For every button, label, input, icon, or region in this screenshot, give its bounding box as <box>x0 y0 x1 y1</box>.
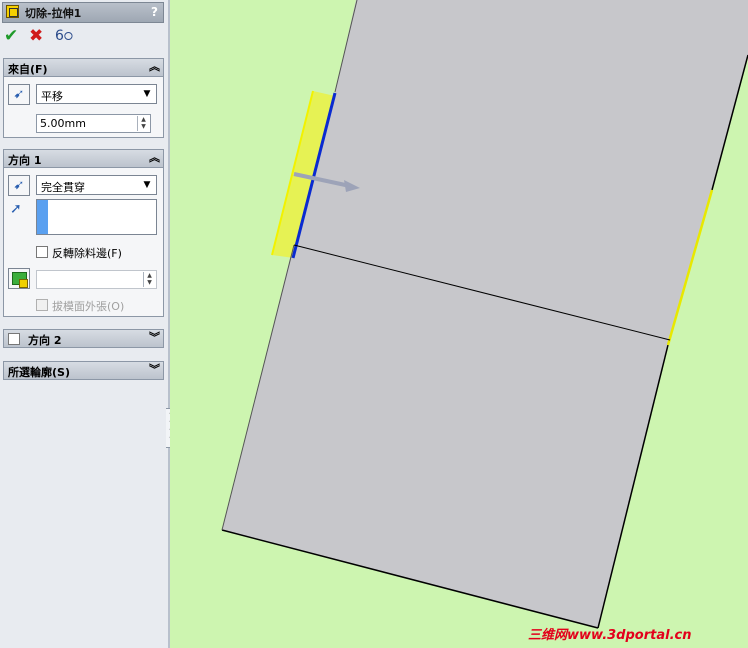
end-condition-value: 完全貫穿 <box>41 181 85 194</box>
draft-toggle-button[interactable] <box>8 268 30 289</box>
preview-button[interactable]: 6੦ <box>55 26 73 46</box>
cancel-button[interactable]: ✖ <box>29 26 43 46</box>
collapse-up-icon[interactable]: ︽ <box>149 150 160 166</box>
offset-distance-value: 5.00mm <box>40 117 86 130</box>
direction2-group-title: 方向 2 <box>28 334 62 347</box>
help-button[interactable]: ? <box>151 5 158 19</box>
from-group: 來自(F) ︽ ➹ 平移 ▼ 5.00mm ▲ ▼ <box>3 58 164 138</box>
direction1-group-header[interactable]: 方向 1 ︽ <box>4 150 163 168</box>
from-group-header[interactable]: 來自(F) ︽ <box>4 59 163 77</box>
start-condition-select[interactable]: 平移 ▼ <box>36 84 157 104</box>
expand-down-icon[interactable]: ︾ <box>149 362 160 378</box>
start-condition-icon[interactable]: ➹ <box>8 84 30 105</box>
draft-angle-input[interactable]: ▲ ▼ <box>36 270 157 289</box>
selected-contours-header[interactable]: 所選輪廓(S) ︾ <box>4 362 163 379</box>
offset-distance-input[interactable]: 5.00mm ▲ ▼ <box>36 114 151 133</box>
checkbox-box[interactable] <box>36 246 48 258</box>
checkbox-box[interactable] <box>36 299 48 311</box>
spin-arrows-icon[interactable]: ▲ ▼ <box>137 116 149 131</box>
chevron-down-icon[interactable]: ▼ <box>140 87 154 101</box>
flip-side-to-cut-checkbox[interactable]: 反轉除料邊(F) <box>36 245 122 261</box>
feature-title: 切除-拉伸1 <box>25 7 82 20</box>
selection-color-swatch <box>37 200 48 234</box>
chevron-down-icon[interactable]: ▼ <box>140 178 154 192</box>
start-condition-value: 平移 <box>41 90 63 103</box>
direction1-group: 方向 1 ︽ ➹ 完全貫穿 ▼ ➚ 反轉除料邊(F) ▲ ▼ 拔模面外張(O) <box>3 149 164 317</box>
selected-contours-group: 所選輪廓(S) ︾ <box>3 361 164 380</box>
direction2-group-header[interactable]: 方向 2 ︾ <box>4 330 163 347</box>
draft-outward-label: 拔模面外張(O) <box>52 300 125 313</box>
end-condition-select[interactable]: 完全貫穿 ▼ <box>36 175 157 195</box>
ok-button[interactable]: ✔ <box>4 26 18 46</box>
direction-selection-box[interactable] <box>36 199 157 235</box>
flip-side-to-cut-label: 反轉除料邊(F) <box>52 247 122 260</box>
expand-down-icon[interactable]: ︾ <box>149 330 160 346</box>
draft-outward-checkbox[interactable]: 拔模面外張(O) <box>36 298 124 314</box>
direction1-group-title: 方向 1 <box>8 154 42 167</box>
cut-extrude-icon <box>6 5 19 18</box>
collapse-up-icon[interactable]: ︽ <box>149 59 160 75</box>
selected-contours-title: 所選輪廓(S) <box>8 366 70 379</box>
direction2-checkbox[interactable] <box>8 333 20 345</box>
spin-arrows-icon[interactable]: ▲ ▼ <box>143 272 155 287</box>
direction-vector-icon: ➚ <box>10 201 22 217</box>
reverse-direction-icon[interactable]: ➹ <box>8 175 30 196</box>
from-group-title: 來自(F) <box>8 63 48 76</box>
draft-icon-corner <box>19 279 28 288</box>
graphics-viewport[interactable] <box>170 0 748 648</box>
direction2-group: 方向 2 ︾ <box>3 329 164 348</box>
action-bar: ✔ ✖ 6੦ <box>2 26 102 48</box>
feature-titlebar: 切除-拉伸1 ? <box>2 2 164 23</box>
property-manager-panel: 切除-拉伸1 ? ✔ ✖ 6੦ 來自(F) ︽ ➹ 平移 ▼ 5.00mm ▲ ▼… <box>0 0 169 648</box>
watermark: 三维网www.3dportal.cn <box>528 628 692 643</box>
